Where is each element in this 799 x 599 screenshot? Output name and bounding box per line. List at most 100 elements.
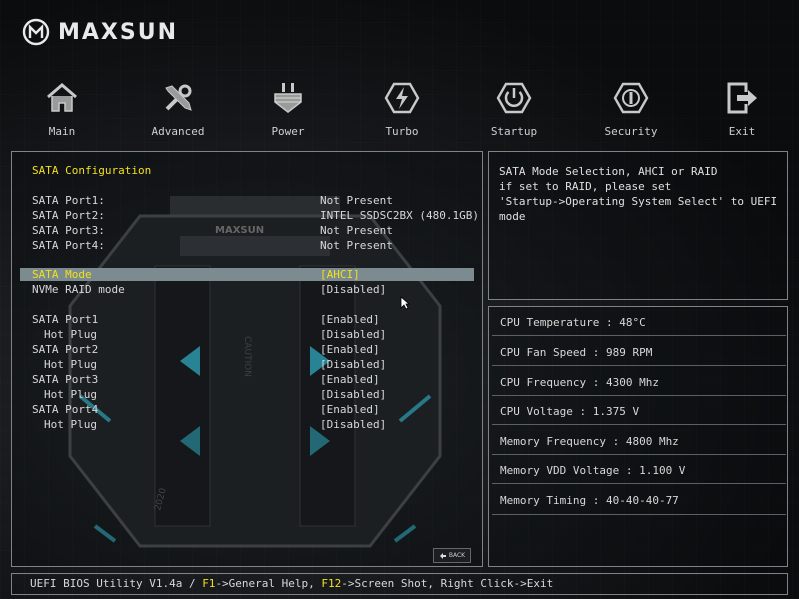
port-info-row: SATA Port3: Not Present [20, 224, 474, 237]
nav-security[interactable]: Security [586, 80, 676, 138]
row-label: SATA Port3: [32, 224, 105, 237]
sata-port1-setting[interactable]: SATA Port1 [Enabled] [20, 313, 474, 326]
help-text: SATA Mode Selection, AHCI or RAID if set… [499, 164, 779, 224]
nav-advanced[interactable]: Advanced [133, 80, 223, 138]
row-label: SATA Port3 [32, 373, 99, 386]
sata-port4-setting[interactable]: SATA Port4 [Enabled] [20, 403, 474, 416]
row-label: SATA Port1 [32, 313, 99, 326]
row-value[interactable]: [Enabled] [320, 313, 380, 326]
monitor-divider [492, 514, 786, 540]
help-line: 'Startup->Operating System Select' to UE… [499, 195, 778, 208]
nav-label: Turbo [385, 125, 419, 138]
nav-label: Exit [728, 125, 756, 138]
row-value[interactable]: [Disabled] [320, 388, 386, 401]
nav-exit[interactable]: Exit [697, 80, 787, 138]
nav-label: Startup [490, 125, 538, 138]
nav-startup[interactable]: Startup [469, 80, 559, 138]
home-icon [47, 83, 77, 112]
brand-name: MAXSUN [58, 19, 179, 45]
tools-icon [165, 84, 192, 111]
row-value[interactable]: [Enabled] [320, 373, 380, 386]
row-value[interactable]: [Enabled] [320, 403, 380, 416]
monitor-text: CPU Voltage : 1.375 V [500, 405, 640, 418]
f12-text: ->Screen Shot, Right Click->Exit [341, 577, 554, 590]
back-label: BACK [448, 552, 466, 559]
power-button-icon [496, 82, 532, 114]
top-nav: Main Advanced Power Turbo Startup Securi… [0, 80, 799, 142]
nvme-raid-mode-setting[interactable]: NVMe RAID mode [Disabled] [20, 283, 474, 296]
nav-main[interactable]: Main [17, 80, 107, 138]
monitor-text: CPU Temperature : 48°C [500, 316, 646, 329]
row-value[interactable]: [Disabled] [320, 283, 386, 296]
nav-label: Power [271, 125, 305, 138]
nav-label: Security [604, 125, 658, 138]
row-value[interactable]: [AHCI] [320, 268, 360, 281]
row-label: SATA Port4 [32, 403, 99, 416]
row-value: Not Present [320, 239, 393, 252]
f1-text: ->General Help, [215, 577, 322, 590]
power-chip-icon [274, 83, 302, 113]
monitor-text: Memory VDD Voltage : 1.100 V [500, 464, 686, 477]
row-label: SATA Port1: [32, 194, 105, 207]
row-value[interactable]: [Disabled] [320, 418, 386, 431]
port-info-row: SATA Port1: Not Present [20, 194, 474, 207]
nav-label: Main [48, 125, 76, 138]
nav-label: Advanced [151, 125, 205, 138]
back-arrow-icon [439, 552, 446, 559]
hot-plug-setting[interactable]: Hot Plug [Disabled] [20, 328, 474, 341]
memory-frequency: Memory Frequency : 4800 Mhz [492, 429, 786, 455]
hot-plug-setting[interactable]: Hot Plug [Disabled] [20, 388, 474, 401]
brand-logo: MAXSUN [22, 16, 178, 48]
lightning-icon [384, 82, 420, 114]
row-value: INTEL SSDSC2BX (480.1GB) [320, 209, 479, 222]
help-panel: SATA Mode Selection, AHCI or RAID if set… [488, 151, 788, 300]
row-label: NVMe RAID mode [32, 283, 125, 296]
monitor-text: Memory Timing : 40-40-40-77 [500, 494, 679, 507]
monitor-text: Memory Frequency : 4800 Mhz [500, 435, 679, 448]
f1-key: F1 [202, 577, 216, 590]
shield-icon [613, 82, 649, 114]
row-value: Not Present [320, 224, 393, 237]
row-label: SATA Port2: [32, 209, 105, 222]
nav-power[interactable]: Power [243, 80, 333, 138]
status-prefix: UEFI BIOS Utility V1.4a / [30, 577, 203, 590]
f12-key: F12 [321, 577, 342, 590]
cpu-frequency: CPU Frequency : 4300 Mhz [492, 370, 786, 396]
row-label: SATA Port2 [32, 343, 99, 356]
help-line: SATA Mode Selection, AHCI or RAID [499, 165, 718, 178]
row-value[interactable]: [Enabled] [320, 343, 380, 356]
monitor-list: CPU Temperature : 48°C CPU Fan Speed : 9… [492, 310, 786, 563]
port-info-row: SATA Port4: Not Present [20, 239, 474, 252]
cpu-temperature: CPU Temperature : 48°C [492, 310, 786, 336]
row-value: Not Present [320, 194, 393, 207]
sata-mode-setting[interactable]: SATA Mode [AHCI] [20, 268, 474, 281]
hot-plug-setting[interactable]: Hot Plug [Disabled] [20, 358, 474, 371]
nav-turbo[interactable]: Turbo [357, 80, 447, 138]
row-value[interactable]: [Disabled] [320, 328, 386, 341]
row-label: Hot Plug [44, 388, 97, 401]
back-button[interactable]: BACK [433, 548, 471, 563]
settings-panel: MAXSUN CAUTION 2020 SATA Configuration S… [11, 151, 483, 567]
row-label: Hot Plug [44, 328, 97, 341]
monitor-text: CPU Fan Speed : 989 RPM [500, 346, 653, 359]
sata-port3-setting[interactable]: SATA Port3 [Enabled] [20, 373, 474, 386]
cpu-fan-speed: CPU Fan Speed : 989 RPM [492, 340, 786, 366]
cpu-voltage: CPU Voltage : 1.375 V [492, 399, 786, 425]
maxsun-logo-icon [22, 18, 50, 46]
row-label: Hot Plug [44, 418, 97, 431]
exit-icon [727, 82, 757, 114]
mouse-cursor-icon [400, 296, 410, 310]
status-bar: UEFI BIOS Utility V1.4a / F1->General He… [11, 573, 788, 595]
row-value[interactable]: [Disabled] [320, 358, 386, 371]
help-line: mode [499, 210, 526, 223]
row-label: SATA Port4: [32, 239, 105, 252]
row-label: SATA Mode [32, 268, 92, 281]
memory-timing: Memory Timing : 40-40-40-77 [492, 488, 786, 514]
port-info-row: SATA Port2: INTEL SSDSC2BX (480.1GB) [20, 209, 479, 222]
hardware-monitor-panel: CPU Temperature : 48°C CPU Fan Speed : 9… [488, 306, 788, 567]
section-title: SATA Configuration [32, 164, 152, 177]
memory-vdd-voltage: Memory VDD Voltage : 1.100 V [492, 458, 786, 484]
sata-port2-setting[interactable]: SATA Port2 [Enabled] [20, 343, 474, 356]
help-line: if set to RAID, please set [499, 180, 672, 193]
hot-plug-setting[interactable]: Hot Plug [Disabled] [20, 418, 474, 431]
